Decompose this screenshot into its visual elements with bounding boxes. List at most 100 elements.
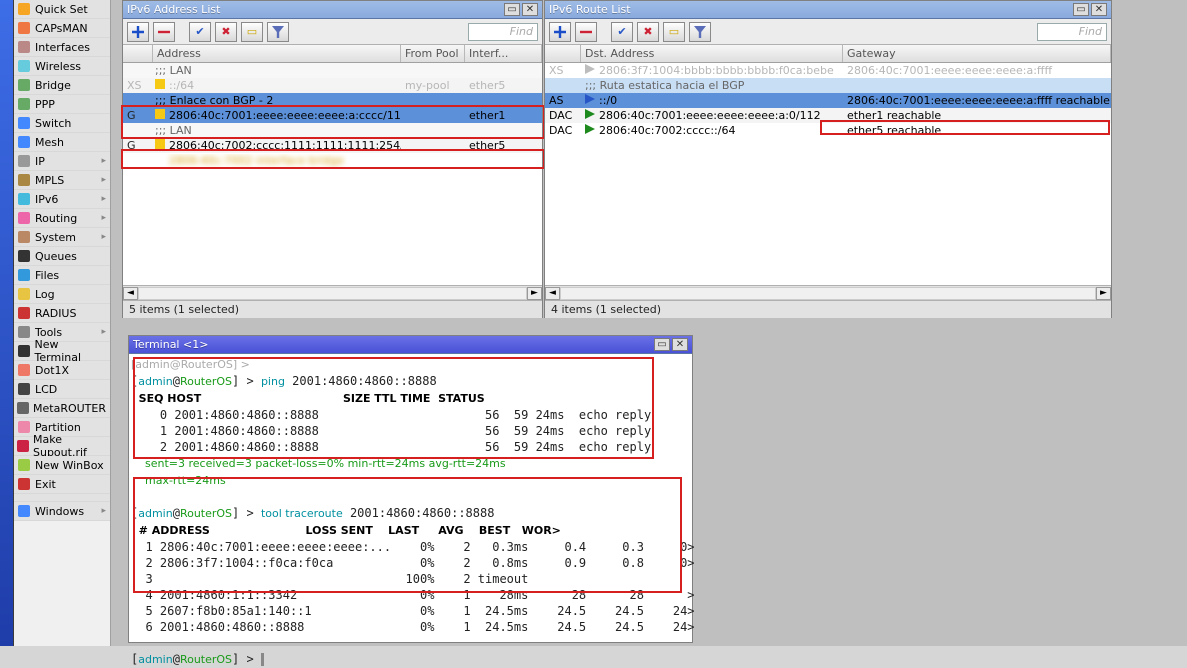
col-interface[interactable]: Interf... (465, 45, 542, 62)
sidebar-item-mpls[interactable]: MPLS▸ (14, 171, 110, 190)
table-row[interactable]: XS2806:3f7:1004:bbbb:bbbb:bbbb:f0ca:bebe… (545, 63, 1111, 78)
menu-icon (17, 173, 31, 187)
sidebar-item-wireless[interactable]: Wireless (14, 57, 110, 76)
menu-icon (17, 97, 31, 111)
close-button[interactable]: ✕ (522, 3, 538, 16)
sidebar-item-capsman[interactable]: CAPsMAN (14, 19, 110, 38)
col-gateway[interactable]: Gateway (843, 45, 1111, 62)
list-header[interactable]: Address From Pool Interf... (123, 45, 542, 63)
menu-icon (17, 401, 29, 415)
table-row[interactable]: ;;; LAN (123, 123, 542, 138)
sidebar-item-log[interactable]: Log (14, 285, 110, 304)
sidebar-item-new-winbox[interactable]: New WinBox (14, 456, 110, 475)
sidebar-item-bridge[interactable]: Bridge (14, 76, 110, 95)
sidebar-item-radius[interactable]: RADIUS (14, 304, 110, 323)
sidebar-dock-strip (0, 0, 14, 646)
list-header[interactable]: Dst. Address Gateway (545, 45, 1111, 63)
sidebar-item-make-supout-rif[interactable]: Make Supout.rif (14, 437, 110, 456)
toolbar: ✔ ✖ ▭ Find (545, 19, 1111, 45)
col-dst[interactable]: Dst. Address (581, 45, 843, 62)
enable-button[interactable]: ✔ (189, 22, 211, 42)
add-button[interactable] (127, 22, 149, 42)
sidebar-item-new-terminal[interactable]: New Terminal (14, 342, 110, 361)
table-row[interactable]: ;;; Enlace con BGP - 2 (123, 93, 542, 108)
menu-icon (17, 458, 31, 472)
table-row[interactable]: G2806:40c:7001:eeee:eeee:eeee:a:cccc/112… (123, 108, 542, 123)
titlebar[interactable]: Terminal <1> ▭ ✕ (129, 336, 692, 354)
table-row[interactable]: XS::/64my-poolether5 (123, 78, 542, 93)
hscrollbar[interactable]: ◄► (123, 285, 542, 300)
sidebar-item-label: Tools (35, 326, 62, 339)
add-button[interactable] (549, 22, 571, 42)
sidebar-item-label: Wireless (35, 60, 81, 73)
sidebar-item-lcd[interactable]: LCD (14, 380, 110, 399)
minimize-button[interactable]: ▭ (654, 338, 670, 351)
sidebar-item-routing[interactable]: Routing▸ (14, 209, 110, 228)
disable-button[interactable]: ✖ (637, 22, 659, 42)
filter-button[interactable] (267, 22, 289, 42)
sidebar-item-switch[interactable]: Switch (14, 114, 110, 133)
status-bar: 4 items (1 selected) (545, 300, 1111, 318)
route-list-body[interactable]: XS2806:3f7:1004:bbbb:bbbb:bbbb:f0ca:bebe… (545, 63, 1111, 285)
close-button[interactable]: ✕ (672, 338, 688, 351)
sidebar-item-files[interactable]: Files (14, 266, 110, 285)
table-row[interactable]: 2806:40c:7002 interface bridge (123, 153, 542, 168)
col-from-pool[interactable]: From Pool (401, 45, 465, 62)
menu-icon (17, 21, 31, 35)
comment-button[interactable]: ▭ (241, 22, 263, 42)
terminal-window: Terminal <1> ▭ ✕ [admin@RouterOS] > [adm… (128, 335, 693, 643)
menu-icon (17, 477, 31, 491)
close-button[interactable]: ✕ (1091, 3, 1107, 16)
sidebar-item-label: MPLS (35, 174, 64, 187)
table-row[interactable]: ;;; Ruta estatica hacia el BGP (545, 78, 1111, 93)
menu-icon (17, 439, 29, 453)
enable-button[interactable]: ✔ (611, 22, 633, 42)
sidebar-item-interfaces[interactable]: Interfaces (14, 38, 110, 57)
address-list-body[interactable]: ;;; LANXS::/64my-poolether5;;; Enlace co… (123, 63, 542, 285)
comment-button[interactable]: ▭ (663, 22, 685, 42)
menu-icon (17, 420, 31, 434)
find-input[interactable]: Find (1037, 23, 1107, 41)
sidebar-item-mesh[interactable]: Mesh (14, 133, 110, 152)
sidebar-item-system[interactable]: System▸ (14, 228, 110, 247)
sidebar-item-label: Routing (35, 212, 77, 225)
remove-button[interactable] (575, 22, 597, 42)
terminal-body[interactable]: [admin@RouterOS] > [admin@RouterOS] > pi… (129, 354, 692, 642)
hscrollbar[interactable]: ◄► (545, 285, 1111, 300)
menu-icon (17, 504, 31, 518)
find-input[interactable]: Find (468, 23, 538, 41)
filter-button[interactable] (689, 22, 711, 42)
sidebar-item-quick-set[interactable]: Quick Set (14, 0, 110, 19)
col-address[interactable]: Address (153, 45, 401, 62)
menu-icon (17, 382, 31, 396)
titlebar[interactable]: IPv6 Route List ▭ ✕ (545, 1, 1111, 19)
window-title: IPv6 Address List (127, 3, 220, 16)
menu-icon (17, 211, 31, 225)
sidebar-item-label: Switch (35, 117, 71, 130)
window-title: IPv6 Route List (549, 3, 631, 16)
sidebar-item-windows[interactable]: Windows▸ (14, 502, 110, 521)
sidebar-item-queues[interactable]: Queues (14, 247, 110, 266)
titlebar[interactable]: IPv6 Address List ▭ ✕ (123, 1, 542, 19)
table-row[interactable]: AS::/02806:40c:7001:eeee:eeee:eeee:a:fff… (545, 93, 1111, 108)
minimize-button[interactable]: ▭ (1073, 3, 1089, 16)
sidebar-item-label: Exit (35, 478, 56, 491)
table-row[interactable]: ;;; LAN (123, 63, 542, 78)
menu-icon (17, 59, 31, 73)
ipv6-address-list-window: IPv6 Address List ▭ ✕ ✔ ✖ ▭ Find Address… (122, 0, 543, 318)
sidebar-item-metarouter[interactable]: MetaROUTER (14, 399, 110, 418)
menu-icon (17, 192, 31, 206)
sidebar-item-dot1x[interactable]: Dot1X (14, 361, 110, 380)
sidebar-item-ip[interactable]: IP▸ (14, 152, 110, 171)
disable-button[interactable]: ✖ (215, 22, 237, 42)
table-row[interactable]: G2806:40c:7002:cccc:1111:1111:1111:254/6… (123, 138, 542, 153)
sidebar-item-label: IP (35, 155, 45, 168)
remove-button[interactable] (153, 22, 175, 42)
table-row[interactable]: DAC2806:40c:7001:eeee:eeee:eeee:a:0/112e… (545, 108, 1111, 123)
sidebar-item-ipv6[interactable]: IPv6▸ (14, 190, 110, 209)
sidebar-item-label: MetaROUTER (33, 402, 106, 415)
minimize-button[interactable]: ▭ (504, 3, 520, 16)
sidebar-item-exit[interactable]: Exit (14, 475, 110, 494)
sidebar-item-ppp[interactable]: PPP (14, 95, 110, 114)
table-row[interactable]: DAC2806:40c:7002:cccc::/64ether5 reachab… (545, 123, 1111, 138)
